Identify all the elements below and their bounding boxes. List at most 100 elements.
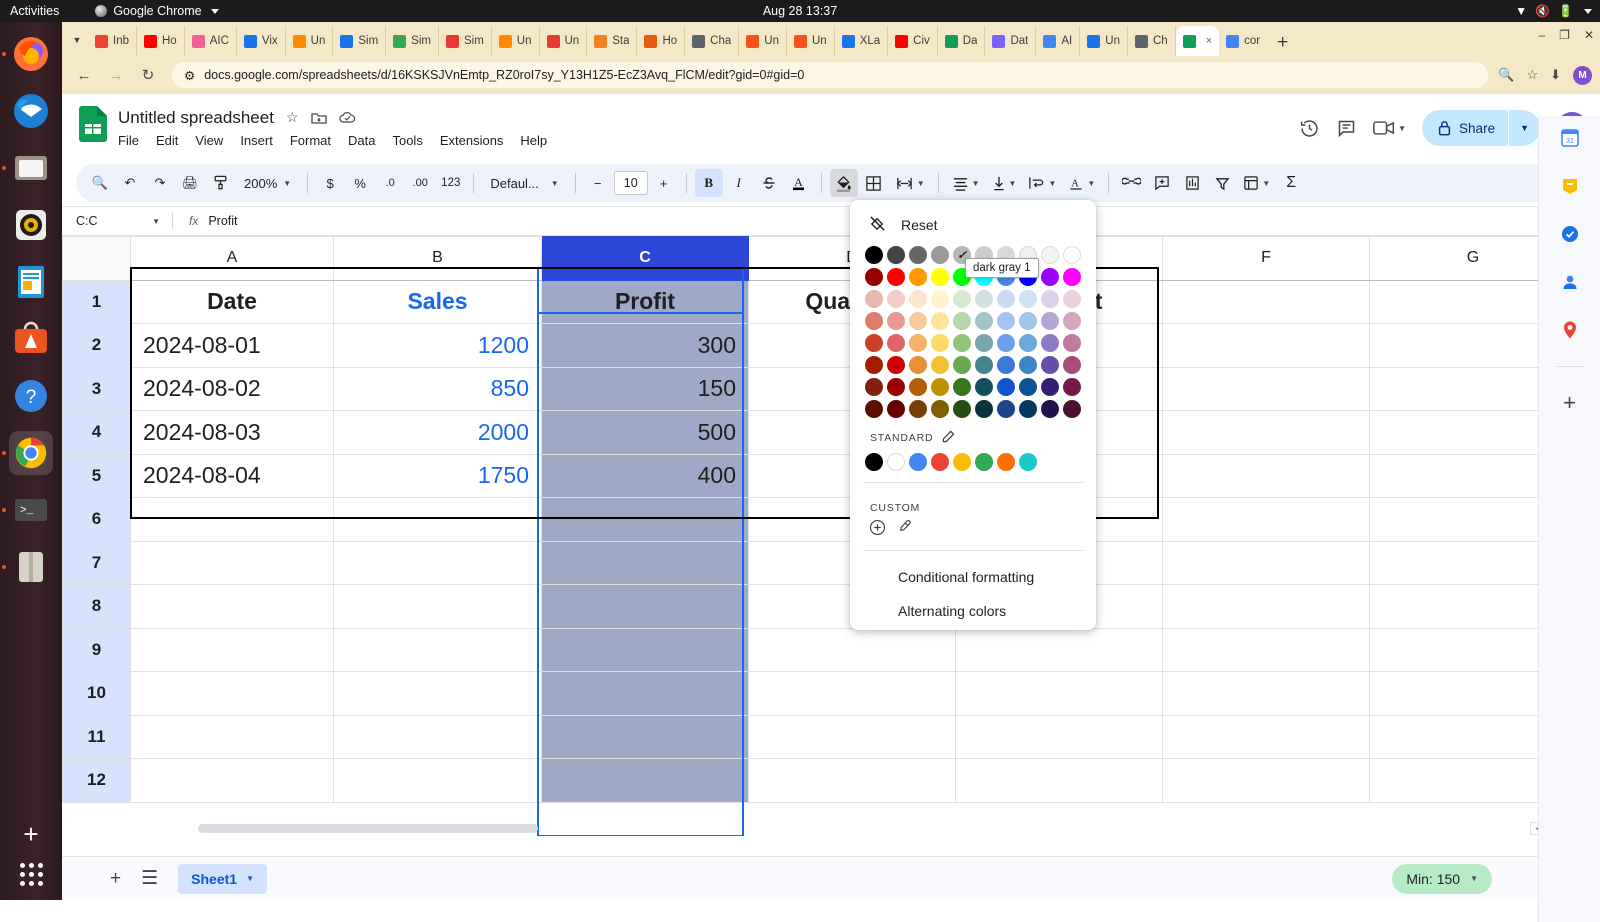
- color-swatch[interactable]: [951, 310, 973, 332]
- color-swatch[interactable]: [1017, 376, 1039, 398]
- browser-tab[interactable]: Ch: [1128, 26, 1176, 56]
- browser-tab[interactable]: Inb: [88, 26, 137, 56]
- minimize-button[interactable]: –: [1538, 28, 1545, 42]
- cell-C6[interactable]: [541, 497, 749, 542]
- cell-F6[interactable]: [1162, 497, 1370, 542]
- standard-color-swatch[interactable]: [995, 451, 1017, 473]
- cell-A2[interactable]: 2024-08-01: [130, 323, 334, 368]
- standard-color-swatch[interactable]: [929, 451, 951, 473]
- tab-search-chevron-icon[interactable]: ▼: [66, 25, 88, 55]
- color-swatch[interactable]: [885, 310, 907, 332]
- column-header-A[interactable]: A: [130, 236, 334, 281]
- insert-chart-button[interactable]: [1178, 169, 1206, 197]
- color-swatch[interactable]: [973, 288, 995, 310]
- cell-D11[interactable]: [748, 714, 956, 759]
- tab-close-icon[interactable]: ×: [1206, 35, 1212, 47]
- fill-color-button[interactable]: [829, 169, 858, 197]
- cell-A10[interactable]: [130, 671, 334, 716]
- color-swatch[interactable]: [929, 398, 951, 420]
- cell-A7[interactable]: [130, 540, 334, 585]
- chevron-down-icon[interactable]: ▼: [1262, 179, 1270, 188]
- clock[interactable]: Aug 28 13:37: [763, 4, 837, 18]
- color-swatch[interactable]: [863, 244, 885, 266]
- browser-tab[interactable]: Un: [1080, 26, 1128, 56]
- color-swatch[interactable]: [995, 310, 1017, 332]
- browser-tab[interactable]: Ho: [637, 26, 686, 56]
- cell-A6[interactable]: [130, 497, 334, 542]
- cell-C8[interactable]: [541, 584, 749, 629]
- color-swatch[interactable]: [907, 266, 929, 288]
- back-button[interactable]: ←: [70, 61, 98, 89]
- cell-C4[interactable]: 500: [541, 410, 749, 455]
- cell-B12[interactable]: [333, 758, 542, 803]
- row-header-8[interactable]: 8: [62, 584, 131, 629]
- color-swatch[interactable]: [951, 288, 973, 310]
- row-header-2[interactable]: 2: [62, 323, 131, 368]
- color-swatch[interactable]: [863, 398, 885, 420]
- browser-tab[interactable]: Un: [286, 26, 334, 56]
- sheet-tab-sheet1[interactable]: Sheet1 ▼: [178, 863, 267, 894]
- star-icon[interactable]: ☆: [286, 109, 299, 126]
- keep-icon[interactable]: [1558, 174, 1582, 198]
- tasks-icon[interactable]: [1558, 222, 1582, 246]
- color-swatch[interactable]: [1061, 332, 1083, 354]
- row-header-3[interactable]: 3: [62, 366, 131, 411]
- cell-B4[interactable]: 2000: [333, 410, 542, 455]
- color-swatch[interactable]: [1017, 310, 1039, 332]
- address-bar[interactable]: ⚙ docs.google.com/spreadsheets/d/16KSKSJ…: [172, 62, 1489, 88]
- color-swatch[interactable]: [1017, 288, 1039, 310]
- browser-tab[interactable]: Civ: [888, 26, 938, 56]
- menu-item-tools[interactable]: Tools: [392, 133, 422, 148]
- color-swatch[interactable]: [995, 376, 1017, 398]
- eyedropper-icon[interactable]: [896, 519, 913, 541]
- cloud-saved-icon[interactable]: [338, 111, 356, 124]
- cell-A4[interactable]: 2024-08-03: [130, 410, 334, 455]
- sheets-logo-icon[interactable]: [76, 104, 110, 144]
- menu-item-file[interactable]: File: [118, 133, 139, 148]
- browser-tab[interactable]: Un: [540, 26, 588, 56]
- row-header-10[interactable]: 10: [62, 671, 131, 716]
- cell-F8[interactable]: [1162, 584, 1370, 629]
- color-swatch[interactable]: [885, 266, 907, 288]
- profile-avatar[interactable]: M: [1573, 65, 1592, 85]
- column-header-B[interactable]: B: [333, 236, 542, 281]
- cell-C2[interactable]: 300: [541, 323, 749, 368]
- status-summary-pill[interactable]: Min: 150 ▼: [1392, 863, 1492, 894]
- color-swatch[interactable]: [951, 354, 973, 376]
- dock-item-files[interactable]: [2, 146, 53, 190]
- chevron-down-icon[interactable]: ▼: [1398, 124, 1406, 133]
- color-swatch[interactable]: [907, 376, 929, 398]
- dock-item-ubuntu-software[interactable]: [9, 317, 53, 361]
- cell-B3[interactable]: 850: [333, 366, 542, 411]
- cell-D12[interactable]: [748, 758, 956, 803]
- cell-C10[interactable]: [541, 671, 749, 716]
- color-swatch[interactable]: [973, 376, 995, 398]
- edit-standard-colors-icon[interactable]: [942, 430, 955, 446]
- forward-button[interactable]: →: [102, 61, 130, 89]
- chevron-down-icon[interactable]: ▼: [972, 179, 980, 188]
- dock-item-terminal[interactable]: >_: [2, 488, 53, 532]
- vertical-align-button[interactable]: ▼: [987, 169, 1022, 197]
- comment-icon[interactable]: [1336, 118, 1357, 139]
- reset-fill-color-item[interactable]: Reset: [850, 210, 1096, 244]
- cell-B7[interactable]: [333, 540, 542, 585]
- move-to-folder-icon[interactable]: [310, 111, 327, 125]
- dock-item-thunderbird[interactable]: [9, 89, 53, 133]
- browser-tab[interactable]: XLa: [835, 26, 889, 56]
- color-swatch[interactable]: [1039, 354, 1061, 376]
- cell-D9[interactable]: [748, 627, 956, 672]
- print-icon[interactable]: 🖨: [176, 169, 204, 197]
- menu-item-extensions[interactable]: Extensions: [440, 133, 504, 148]
- create-filter-button[interactable]: [1208, 169, 1236, 197]
- row-header-11[interactable]: 11: [62, 714, 131, 759]
- document-title[interactable]: Untitled spreadsheet: [118, 108, 274, 128]
- color-swatch[interactable]: [995, 354, 1017, 376]
- chevron-down-icon[interactable]: ▼: [1009, 179, 1017, 188]
- standard-color-swatch[interactable]: [973, 451, 995, 473]
- color-swatch[interactable]: [1061, 398, 1083, 420]
- cell-B2[interactable]: 1200: [333, 323, 542, 368]
- color-swatch[interactable]: [1061, 354, 1083, 376]
- color-swatch[interactable]: [885, 354, 907, 376]
- color-swatch[interactable]: [1039, 266, 1061, 288]
- meet-icon[interactable]: ▼: [1373, 120, 1406, 136]
